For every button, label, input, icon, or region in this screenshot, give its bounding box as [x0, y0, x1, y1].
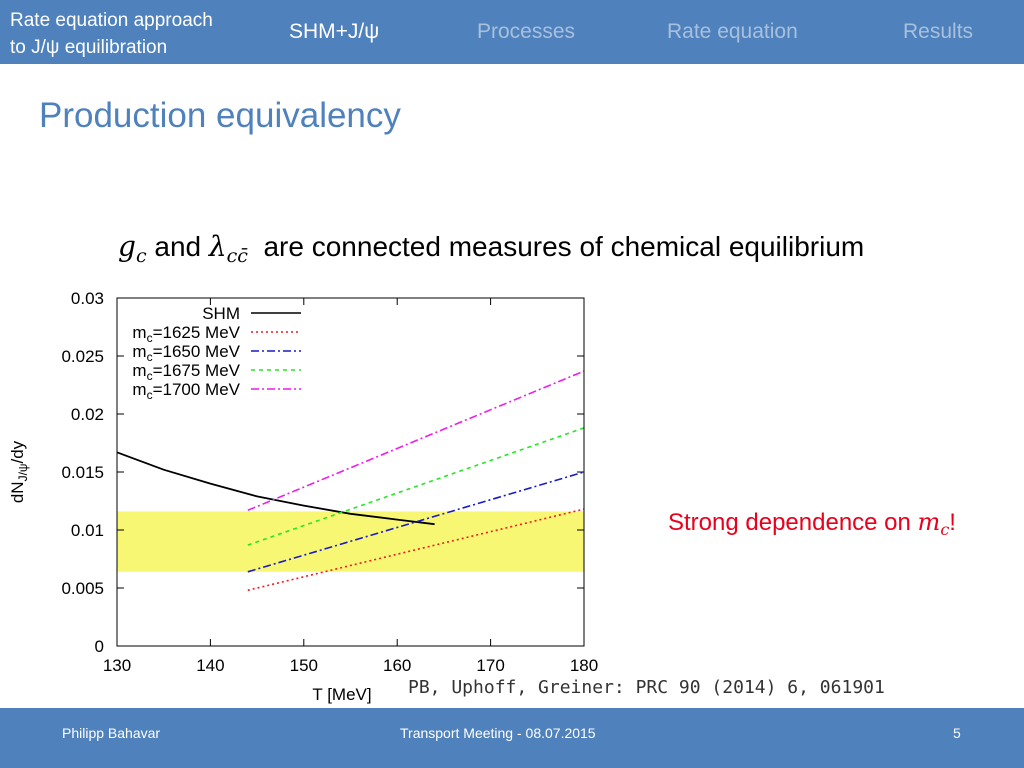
x-axis-label: T [MeV]: [312, 685, 371, 704]
footer-author: Philipp Bahavar: [62, 725, 161, 741]
y-tick-labels: 0 0.005 0.01 0.015 0.02 0.025 0.03: [61, 289, 104, 656]
lambda-subscript: cc̄: [226, 245, 248, 267]
y-axis-label-tail: /dy: [8, 440, 27, 463]
presentation-title: Rate equation approach to J/ψ equilibrat…: [10, 7, 213, 61]
y-tick-label: 0.005: [61, 579, 104, 598]
nav-item-shm-jpsi[interactable]: SHM+J/ψ: [289, 20, 379, 44]
slide-title: Production equivalency: [39, 96, 401, 135]
jpsi-yield-chart: 130 140 150 160 170 180 0 0.005 0.01 0.015 0.02 0.…: [8, 289, 598, 704]
y-tick-label: 0.03: [71, 289, 104, 308]
y-axis-label-sub: J/ψ: [16, 464, 30, 482]
x-tick-label: 160: [383, 656, 411, 675]
x-tick-label: 150: [290, 656, 318, 675]
x-tick-label: 130: [103, 656, 131, 675]
g-subscript: c: [135, 245, 147, 267]
y-tick-label: 0: [95, 637, 104, 656]
lambda-symbol: λ: [208, 230, 227, 263]
y-axis-label: dNJ/ψ/dy: [8, 440, 30, 503]
g-symbol: g: [118, 230, 136, 263]
top-bar: Rate equation approach to J/ψ equilibrat…: [0, 0, 1024, 64]
nav-item-processes[interactable]: Processes: [477, 20, 575, 44]
x-tick-label: 170: [476, 656, 504, 675]
y-tick-label: 0.02: [71, 405, 104, 424]
x-tick-label: 180: [570, 656, 598, 675]
reference-citation: PB, Uphoff, Greiner: PRC 90 (2014) 6, 06…: [408, 677, 885, 698]
m-subscript: c: [940, 520, 950, 539]
statement-rest: are connected measures of chemical equil…: [263, 231, 865, 262]
y-axis-label-main: dN: [8, 481, 27, 503]
y-tick-label: 0.01: [71, 521, 104, 540]
m-symbol: m: [917, 508, 941, 536]
x-tick-labels: 130 140 150 160 170 180: [103, 656, 598, 675]
y-tick-label: 0.015: [61, 463, 104, 482]
y-tick-label: 0.025: [61, 347, 104, 366]
callout-bang: !: [949, 509, 956, 536]
footer-bar: Philipp Bahavar Transport Meeting - 08.0…: [0, 708, 1024, 768]
footer-page-number: 5: [953, 725, 961, 741]
nav-item-results[interactable]: Results: [903, 20, 973, 44]
x-tick-label: 140: [196, 656, 224, 675]
statement-and: and: [154, 231, 202, 262]
footer-event: Transport Meeting - 08.07.2015: [400, 725, 596, 741]
statement: gc and λcc̄ are connected measures of ch…: [118, 230, 865, 267]
brand-line-2: to J/ψ equilibration: [10, 37, 168, 58]
callout-text: Strong dependence on mc!: [668, 508, 956, 539]
callout-main: Strong dependence on: [668, 509, 918, 536]
nav-item-rate-equation[interactable]: Rate equation: [667, 20, 798, 44]
brand-line-1: Rate equation approach: [10, 10, 213, 31]
legend-label-0: SHM: [202, 304, 240, 323]
